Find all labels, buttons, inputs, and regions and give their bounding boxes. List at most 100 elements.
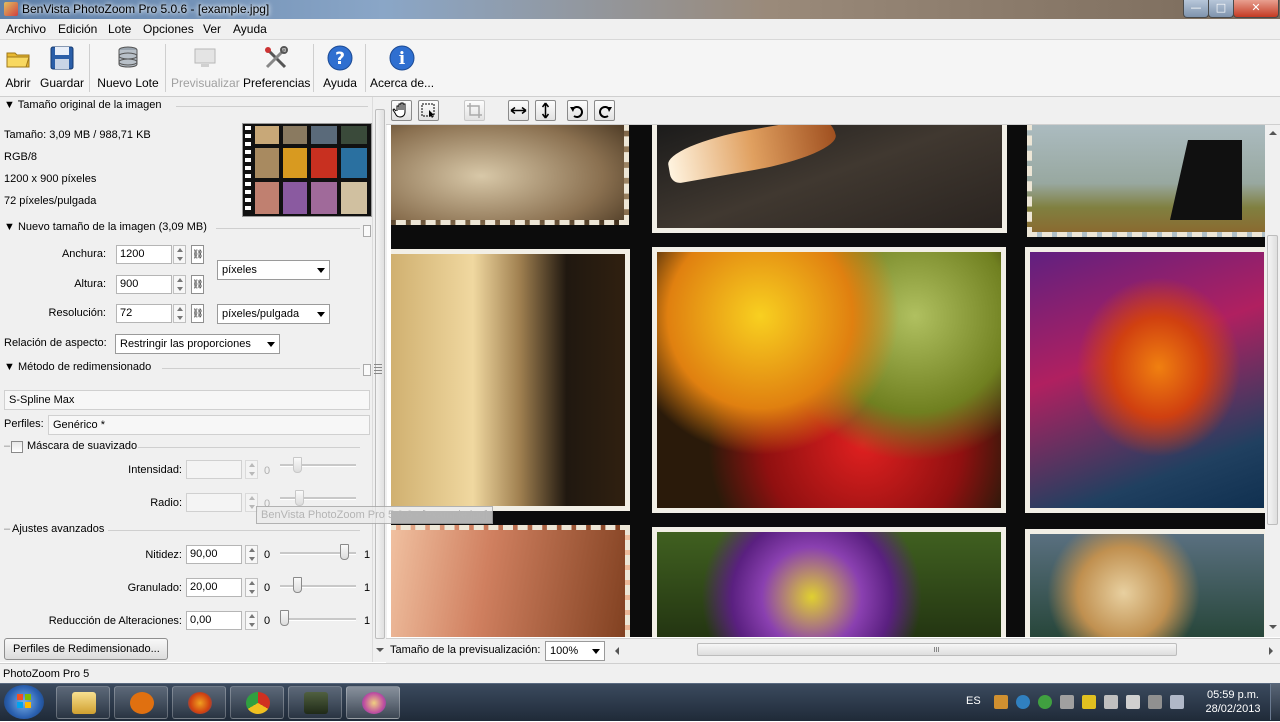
thumb-cell	[341, 126, 367, 144]
taskbar-app[interactable]	[288, 686, 342, 719]
rotate-left-button[interactable]	[567, 100, 588, 121]
width-input[interactable]: 1200	[116, 245, 172, 264]
height-input[interactable]: 900	[116, 275, 172, 294]
resolution-spinner[interactable]	[173, 304, 186, 323]
original-color-mode: RGB/8	[4, 151, 38, 163]
menu-ver[interactable]: Ver	[203, 22, 221, 36]
minimize-button[interactable]: —	[1183, 0, 1209, 18]
maximize-button[interactable]: □	[1208, 0, 1234, 18]
taskbar-media-player[interactable]	[114, 686, 168, 719]
intensity-input[interactable]	[186, 460, 242, 479]
width-spinner[interactable]	[173, 245, 186, 264]
artifact-reduction-slider-thumb[interactable]	[280, 610, 289, 626]
pan-tool-button[interactable]	[391, 100, 412, 121]
unsharp-mask-checkbox[interactable]	[11, 441, 23, 453]
menu-ayuda[interactable]: Ayuda	[233, 22, 267, 36]
scroll-up-icon[interactable]	[1269, 131, 1277, 135]
aspect-select[interactable]: Restringir las proporciones	[115, 334, 280, 354]
clock[interactable]: 05:59 p.m. 28/02/2013	[1198, 688, 1268, 716]
tray-monitor-icon[interactable]	[1170, 695, 1184, 709]
start-button[interactable]	[4, 685, 44, 719]
close-button[interactable]: ✕	[1233, 0, 1279, 18]
preview-size-select[interactable]: 100%	[545, 641, 605, 661]
help-button[interactable]: ? Ayuda	[319, 40, 361, 96]
tray-device-icon[interactable]	[1104, 695, 1118, 709]
resize-method-heading[interactable]: ▼ Método de redimensionado	[4, 361, 151, 373]
height-spinner[interactable]	[173, 275, 186, 294]
menu-opciones[interactable]: Opciones	[143, 22, 194, 36]
menu-lote[interactable]: Lote	[108, 22, 131, 36]
grain-input[interactable]: 20,00	[186, 578, 242, 597]
photo-faces	[391, 525, 630, 637]
resolution-unit-select[interactable]: píxeles/pulgada	[217, 304, 330, 324]
panel-grip-icon[interactable]	[363, 364, 371, 376]
settings-panel-scrollbar[interactable]	[372, 97, 387, 662]
sharpness-slider-thumb[interactable]	[340, 544, 350, 560]
grain-slider-track[interactable]	[280, 585, 356, 588]
grain-slider-thumb[interactable]	[293, 577, 303, 593]
image-preview[interactable]	[391, 125, 1265, 637]
preferences-button[interactable]: Preferencias	[243, 40, 310, 96]
scrollbar-thumb[interactable]	[375, 109, 385, 639]
taskbar-explorer[interactable]	[56, 686, 110, 719]
new-size-heading[interactable]: ▼ Nuevo tamaño de la imagen (3,09 MB)	[4, 221, 207, 233]
sharpness-spinner[interactable]	[245, 545, 258, 564]
scroll-right-icon[interactable]	[1269, 647, 1273, 655]
intensity-slider-track[interactable]	[280, 464, 356, 467]
chain-link-icon[interactable]: ⛓	[191, 245, 204, 264]
grain-spinner[interactable]	[245, 578, 258, 597]
save-button[interactable]: Guardar	[40, 40, 84, 96]
resolution-input[interactable]: 72	[116, 304, 172, 323]
panel-grip-icon[interactable]	[363, 225, 371, 237]
tray-network-icon[interactable]	[1016, 695, 1030, 709]
artifact-reduction-spinner[interactable]	[245, 611, 258, 630]
tray-action-icon[interactable]	[1148, 695, 1162, 709]
menu-edicion[interactable]: Edición	[58, 22, 97, 36]
title-bar[interactable]: BenVista PhotoZoom Pro 5.0.6 - [example.…	[0, 0, 1280, 19]
toolbar-separator	[365, 44, 366, 92]
splitter-grip-icon[interactable]	[374, 364, 382, 374]
profile-select[interactable]: Genérico *	[48, 415, 370, 435]
rotate-right-button[interactable]	[594, 100, 615, 121]
taskbar-photozoom[interactable]	[346, 686, 400, 719]
scroll-down-icon[interactable]	[376, 648, 384, 652]
tray-flash-icon[interactable]	[1082, 695, 1096, 709]
tray-app-icon[interactable]	[994, 695, 1008, 709]
fit-width-button[interactable]	[508, 100, 529, 121]
preview-horizontal-scrollbar-thumb[interactable]	[697, 643, 1177, 656]
resize-profiles-button[interactable]: Perfiles de Redimensionado...	[4, 638, 168, 660]
intensity-spinner[interactable]	[245, 460, 258, 479]
language-indicator[interactable]: ES	[966, 695, 981, 707]
intensity-slider-thumb[interactable]	[293, 457, 302, 473]
selection-tool-button[interactable]	[418, 100, 439, 121]
tray-shield-icon[interactable]	[1038, 695, 1052, 709]
chain-link-icon[interactable]: ⛓	[191, 275, 204, 294]
fit-height-button[interactable]	[535, 100, 556, 121]
taskbar-chrome[interactable]	[230, 686, 284, 719]
method-select[interactable]: S-Spline Max	[4, 390, 370, 410]
tray-tool-icon[interactable]	[1060, 695, 1074, 709]
taskbar-firefox[interactable]	[172, 686, 226, 719]
preview-vertical-scrollbar[interactable]	[1265, 125, 1280, 637]
about-button[interactable]: i Acerca de...	[370, 40, 434, 96]
sharpness-input[interactable]: 90,00	[186, 545, 242, 564]
show-desktop-button[interactable]	[1270, 684, 1280, 720]
chain-link-icon[interactable]: ⛓	[191, 304, 204, 323]
new-batch-button[interactable]: Nuevo Lote	[96, 40, 160, 96]
crop-tool-button[interactable]	[464, 100, 485, 121]
artifact-reduction-slider-track[interactable]	[280, 618, 356, 621]
artifact-reduction-input[interactable]: 0,00	[186, 611, 242, 630]
scroll-down-icon[interactable]	[1269, 625, 1277, 629]
preview-button[interactable]: Previsualizar	[171, 40, 240, 96]
radius-slider-thumb[interactable]	[295, 490, 304, 506]
tray-volume-icon[interactable]	[1126, 695, 1140, 709]
open-button[interactable]: Abrir	[2, 40, 34, 96]
size-unit-select[interactable]: píxeles	[217, 260, 330, 280]
scroll-left-icon[interactable]	[615, 647, 619, 655]
original-size-heading[interactable]: ▼ Tamaño original de la imagen	[4, 99, 161, 111]
scrollbar-thumb[interactable]	[1267, 235, 1278, 525]
menu-archivo[interactable]: Archivo	[6, 22, 46, 36]
radius-slider-track[interactable]	[280, 497, 356, 500]
original-resolution: 72 píxeles/pulgada	[4, 195, 97, 207]
radius-input[interactable]	[186, 493, 242, 512]
